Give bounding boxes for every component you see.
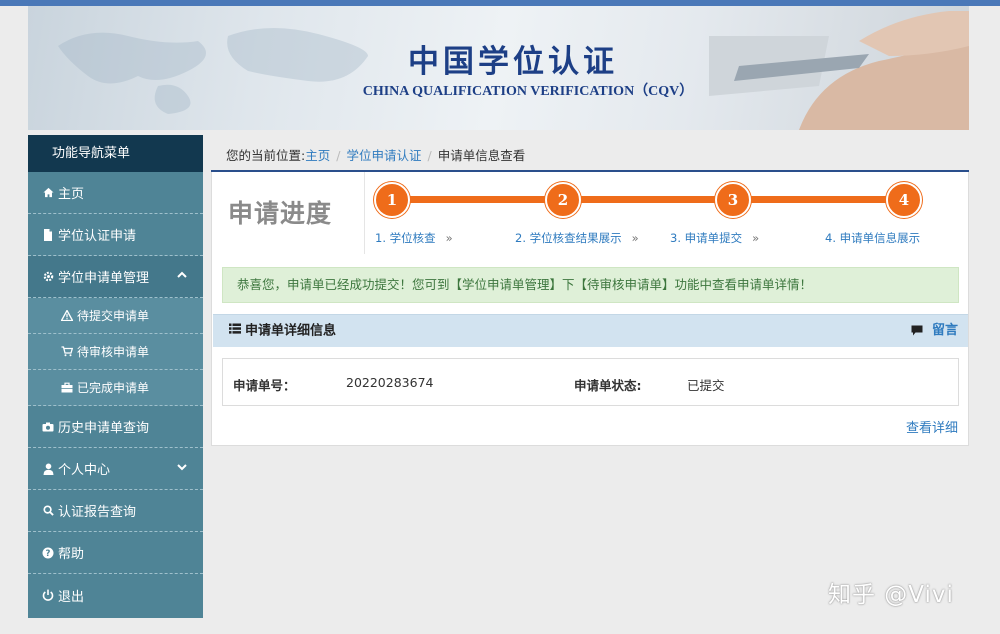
progress-title: 申请进度 xyxy=(228,199,333,228)
message-link[interactable]: 留言 xyxy=(911,315,958,347)
hands-decoration xyxy=(709,11,969,130)
user-icon xyxy=(40,463,56,475)
breadcrumb: 您的当前位置:主页 / 学位申请认证 / 申请单信息查看 xyxy=(226,145,525,164)
progress-step-label: 4. 申请单信息展示 xyxy=(825,230,920,246)
breadcrumb-separator: / xyxy=(427,148,432,163)
chevron-down-icon xyxy=(177,448,187,490)
progress-divider xyxy=(364,172,365,254)
sidebar-item-label: 认证报告查询 xyxy=(58,505,137,520)
sidebar-subitem-pending-review[interactable]: 待审核申请单 xyxy=(28,334,203,370)
view-details-link[interactable]: 查看详细 xyxy=(906,417,958,436)
application-number-value: 20220283674 xyxy=(346,375,434,390)
breadcrumb-separator: / xyxy=(336,148,341,163)
sidebar-subitem-label: 待审核申请单 xyxy=(77,345,150,359)
sidebar-subitem-label: 待提交申请单 xyxy=(77,309,150,323)
main-panel: 申请进度 1 2 3 4 1. 学位核查 » 2. 学位核查结果展示 » 3. 申请… xyxy=(211,172,969,446)
camera-icon xyxy=(40,422,56,432)
progress-step-label: 3. 申请单提交 » xyxy=(670,230,759,246)
breadcrumb-degree-link[interactable]: 学位申请认证 xyxy=(346,148,421,163)
home-icon xyxy=(40,187,56,198)
sidebar-subitem-pending-submit[interactable]: 待提交申请单 xyxy=(28,298,203,334)
sidebar-item-label: 个人中心 xyxy=(58,463,111,478)
success-alert: 恭喜您，申请单已经成功提交！您可到【学位申请单管理】下【待审核申请单】功能中查看… xyxy=(222,267,959,303)
gear-icon xyxy=(40,271,56,282)
step-label-text: 1. 学位核查 xyxy=(375,231,436,245)
sidebar-subitem-label: 已完成申请单 xyxy=(77,381,150,395)
world-map-decoration xyxy=(58,27,368,114)
step-label-text: 3. 申请单提交 xyxy=(670,231,743,245)
cart-icon xyxy=(60,346,74,357)
sidebar-item-label: 退出 xyxy=(58,589,85,605)
sidebar-header: 功能导航菜单 xyxy=(28,135,203,172)
sidebar-item-label: 主页 xyxy=(58,187,85,202)
message-link-label: 留言 xyxy=(931,323,958,338)
progress-step-2: 2 xyxy=(545,182,581,218)
power-icon xyxy=(40,589,56,601)
help-icon: ? xyxy=(40,547,56,559)
sidebar-item-label: 历史申请单查询 xyxy=(58,421,150,436)
progress-step-4: 4 xyxy=(886,182,922,218)
briefcase-icon xyxy=(60,382,74,393)
sidebar-item-label: 学位认证申请 xyxy=(58,229,137,244)
step-arrow: » xyxy=(445,231,453,245)
sidebar-item-label: 学位申请单管理 xyxy=(58,271,150,286)
svg-text:?: ? xyxy=(46,549,51,559)
search-icon xyxy=(40,505,56,516)
sidebar-item-degree-apply[interactable]: 学位认证申请 xyxy=(28,214,203,256)
warning-icon xyxy=(60,310,74,321)
sidebar-item-home[interactable]: 主页 xyxy=(28,172,203,214)
progress-step-label: 1. 学位核查 » xyxy=(375,230,453,246)
progress-bar xyxy=(392,196,917,203)
application-status-value: 已提交 xyxy=(687,378,725,393)
sidebar-item-report-query[interactable]: 认证报告查询 xyxy=(28,490,203,532)
sidebar-item-personal-center[interactable]: 个人中心 xyxy=(28,448,203,490)
step-label-text: 2. 学位核查结果展示 xyxy=(515,231,622,245)
sidebar-item-help[interactable]: ? 帮助 xyxy=(28,532,203,574)
comment-icon xyxy=(911,323,928,338)
breadcrumb-current: 申请单信息查看 xyxy=(437,148,526,163)
progress-step-3: 3 xyxy=(715,182,751,218)
details-section-title: 申请单详细信息 xyxy=(245,323,337,339)
breadcrumb-prefix: 您的当前位置: xyxy=(226,148,306,163)
header-banner: 中国学位认证 CHINA QUALIFICATION VERIFICATION（… xyxy=(28,6,969,130)
application-number-label: 申请单号： xyxy=(233,378,296,393)
sidebar-nav: 功能导航菜单 主页 学位认证申请 学位申请单管理 待提交申请单 待审核申请单 已… xyxy=(28,135,203,618)
banner-title: 中国学位认证 xyxy=(408,44,618,80)
sidebar-item-logout[interactable]: 退出 xyxy=(28,574,203,616)
progress-step-1: 1 xyxy=(374,182,410,218)
application-status-label: 申请单状态: xyxy=(574,378,642,393)
details-section-header: 申请单详细信息 留言 xyxy=(213,314,968,347)
sidebar-item-application-management[interactable]: 学位申请单管理 xyxy=(28,256,203,298)
step-arrow: » xyxy=(752,231,760,245)
document-icon xyxy=(40,228,56,241)
banner-subtitle: CHINA QUALIFICATION VERIFICATION（CQV） xyxy=(362,84,694,99)
step-label-text: 4. 申请单信息展示 xyxy=(825,231,921,245)
chevron-up-icon xyxy=(177,256,187,298)
sidebar-item-label: 帮助 xyxy=(58,547,85,562)
sidebar-subitem-completed[interactable]: 已完成申请单 xyxy=(28,370,203,406)
progress-step-label: 2. 学位核查结果展示 » xyxy=(515,230,639,246)
sidebar-item-history[interactable]: 历史申请单查询 xyxy=(28,406,203,448)
application-info-box: 申请单号： 20220283674 申请单状态: 已提交 xyxy=(222,358,959,406)
list-icon xyxy=(229,315,241,347)
breadcrumb-home-link[interactable]: 主页 xyxy=(305,148,330,163)
step-arrow: » xyxy=(631,231,639,245)
watermark-text: 知乎 @Vivi xyxy=(828,582,954,608)
